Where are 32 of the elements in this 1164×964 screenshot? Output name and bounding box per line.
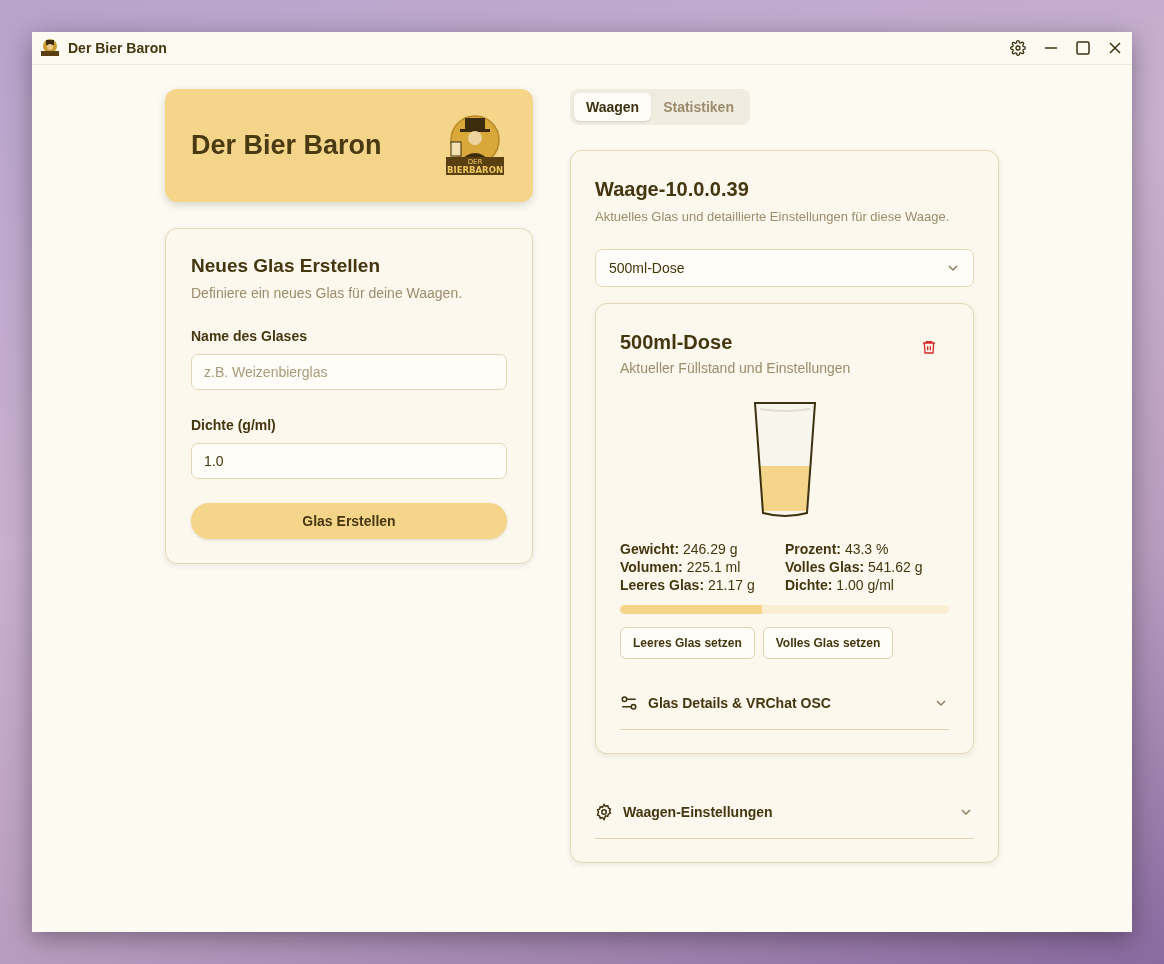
settings-icon[interactable] [1010,40,1026,56]
app-logo-icon [40,38,60,58]
card-subtitle: Definiere ein neues Glas für deine Waagen. [191,285,464,301]
input-field[interactable]: z.B. Weizenbierglas [191,354,507,390]
stat-text: Leeres Glas: 21.17 g [620,577,756,593]
create-glass-button[interactable]: Glas Erstellen [191,503,507,539]
stat-text: Volumen: 225.1 ml [620,559,742,575]
close-icon[interactable] [1108,41,1122,55]
glass-dropdown[interactable]: 500ml-Dose [595,249,974,287]
window-title: Der Bier Baron [68,40,167,56]
tab[interactable]: Waagen [574,93,652,121]
field-label: Name des Glases [191,328,308,344]
brand-title: Der Bier Baron [191,130,382,161]
settings-icon [595,803,613,821]
maximize-icon[interactable] [1076,41,1090,55]
stat-text: Dichte: 1.00 g/ml [785,577,895,593]
set-glass-button[interactable]: Volles Glas setzen [762,627,894,659]
accordion-header[interactable]: Waagen-Einstellungen [595,786,974,839]
glass-title: 500ml-Dose [620,331,734,354]
stat-text: Prozent: 43.3 % [785,541,890,557]
field-label: Dichte (g/ml) [191,417,277,433]
glass-subtitle: Aktueller Füllstand und Einstellungen [620,360,851,376]
sliders-icon [620,694,638,712]
scale-subtitle: Aktuelles Glas und detaillierte Einstellungen für diese Waage. [595,209,951,224]
card-title: Neues Glas Erstellen [191,255,382,277]
trash-icon[interactable] [921,339,937,355]
scale-title: Waage-10.0.0.39 [595,178,750,201]
stat-text: Volles Glas: 541.62 g [785,559,924,575]
accordion-header[interactable]: Glas Details & VRChat OSC [620,677,949,730]
stat-text: Gewicht: 246.29 g [620,541,739,557]
input-field[interactable]: 1.0 [191,443,507,479]
set-glass-button[interactable]: Leeres Glas setzen [620,627,755,659]
